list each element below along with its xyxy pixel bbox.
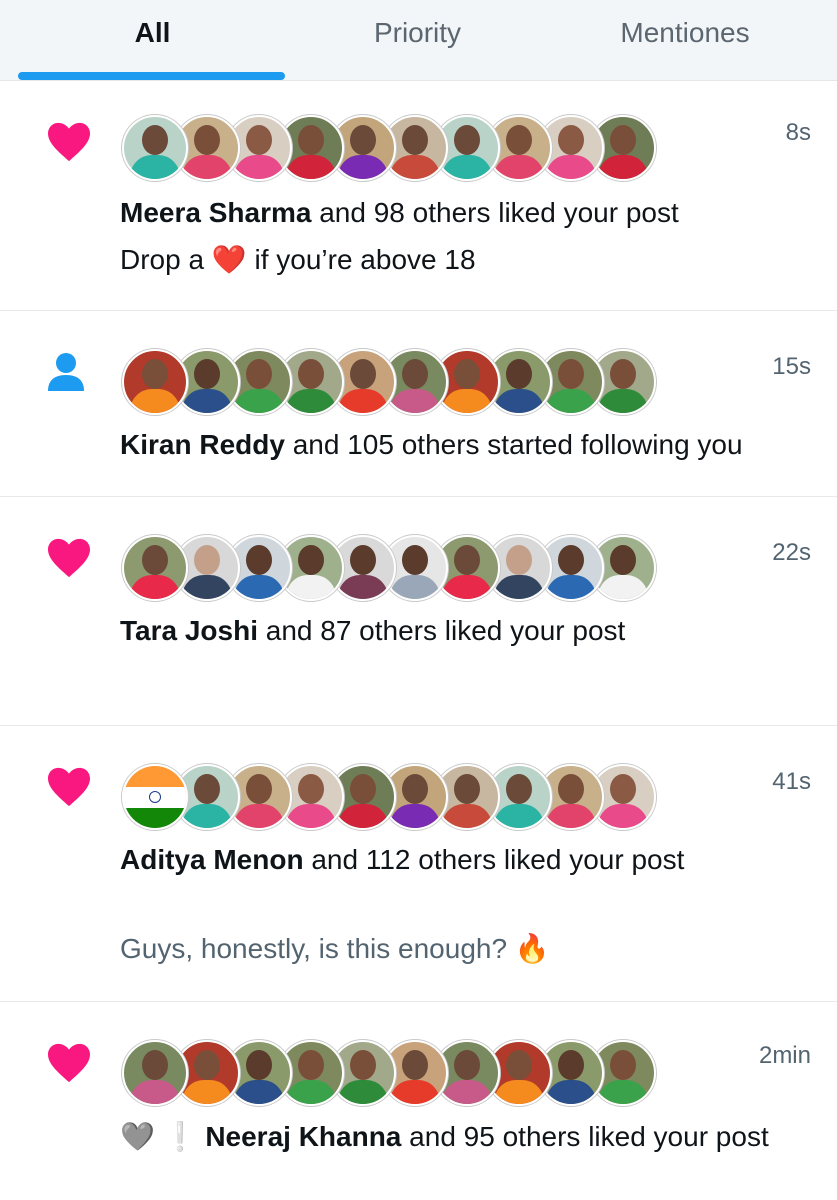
user-name[interactable]: Meera Sharma [120,197,311,228]
notification-action: and 105 others started following you [292,429,743,460]
notification-item[interactable]: 8s Meera Sharma and 98 others liked your… [0,81,837,311]
timestamp: 41s [772,768,811,795]
exclamation-emoji: ❕ [162,1121,198,1152]
avatar-stack [122,115,692,181]
notification-text: Kiran Reddy and 105 others started follo… [120,429,743,461]
timestamp: 8s [785,119,811,146]
avatar-stack [122,349,692,415]
notifications-tab-bar: All Priority Mentiones [0,0,837,81]
notification-text: Tara Joshi and 87 others liked your post [120,615,625,647]
notification-action: and 112 others liked your post [311,844,685,875]
heart-icon [48,767,90,807]
notification-action: and 95 others liked your post [409,1121,769,1152]
timestamp: 22s [772,539,811,566]
timestamp: 15s [772,353,811,380]
post-text: if you’re above 18 [254,244,476,275]
grey-heart-emoji: 🩶 [120,1121,155,1152]
user-name[interactable]: Kiran Reddy [120,429,285,460]
heart-icon [48,122,90,162]
heart-icon [48,538,90,578]
tab-mentions[interactable]: Mentiones [585,0,785,80]
notification-text: Meera Sharma and 98 others liked your po… [120,197,679,229]
avatar[interactable] [122,535,188,601]
notification-action: and 98 others liked your post [319,197,679,228]
avatar-stack [122,1040,692,1106]
notification-text: 🩶 ❕ Neeraj Khanna and 95 others liked yo… [120,1120,769,1153]
avatar-stack [122,535,692,601]
notification-item[interactable]: 22s Tara Joshi and 87 others liked your … [0,497,837,726]
active-tab-indicator [18,72,285,80]
notification-item[interactable]: 2min 🩶 ❕ Neeraj Khanna and 95 others lik… [0,1002,837,1200]
post-preview[interactable]: Drop a ❤️ if you’re above 18 [120,243,476,276]
tab-priority[interactable]: Priority [320,0,515,80]
avatar[interactable] [122,349,188,415]
user-name[interactable]: Aditya Menon [120,844,304,875]
post-preview[interactable]: Guys, honestly, is this enough? 🔥 [120,932,550,965]
red-heart-emoji: ❤️ [211,244,247,275]
fire-emoji: 🔥 [514,933,550,964]
india-flag-avatar[interactable] [122,764,188,830]
person-icon [48,353,84,391]
avatar[interactable] [122,115,188,181]
notification-item[interactable]: 15s Kiran Reddy and 105 others started f… [0,311,837,497]
post-text: Guys, honestly, is this enough? [120,933,508,964]
timestamp: 2min [758,1042,811,1069]
notification-text: Aditya Menon and 112 others liked your p… [120,844,684,876]
user-name[interactable]: Neeraj Khanna [205,1121,401,1152]
user-name[interactable]: Tara Joshi [120,615,258,646]
tab-all[interactable]: All [60,0,245,80]
notification-action: and 87 others liked your post [265,615,626,646]
post-text: Drop a [120,244,205,275]
avatar-stack [122,764,692,830]
heart-icon [48,1043,90,1083]
avatar[interactable] [122,1040,188,1106]
notification-item[interactable]: 41s Aditya Menon and 112 others liked yo… [0,726,837,1002]
